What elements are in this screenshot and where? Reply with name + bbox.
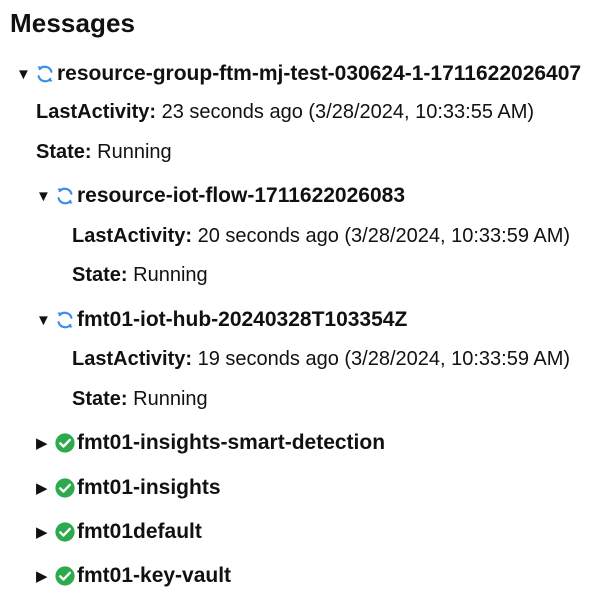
node-name[interactable]: resource-iot-flow-1711622026083 (77, 184, 405, 208)
collapsed-caret-icon[interactable]: ▶ (36, 567, 54, 585)
sync-icon (37, 65, 53, 83)
tree-node-child[interactable]: ▼ fmt01-iot-hub-20240328T103354Z (36, 306, 407, 334)
expanded-caret-icon[interactable]: ▼ (16, 66, 34, 83)
property-label: State: (36, 140, 92, 163)
property-last-activity: LastActivity: 19 seconds ago (3/28/2024,… (72, 345, 570, 373)
property-last-activity: LastActivity: 23 seconds ago (3/28/2024,… (36, 98, 534, 126)
property-label: LastActivity: (72, 224, 193, 247)
node-name[interactable]: fmt01default (77, 520, 202, 544)
collapsed-caret-icon[interactable]: ▶ (36, 479, 54, 497)
property-value: 19 seconds ago (3/28/2024, 10:33:59 AM) (197, 347, 571, 370)
property-value: Running (97, 140, 172, 163)
property-state: State: Running (72, 261, 208, 289)
node-name[interactable]: fmt01-key-vault (77, 564, 231, 588)
property-last-activity: LastActivity: 20 seconds ago (3/28/2024,… (72, 222, 570, 250)
expanded-caret-icon[interactable]: ▼ (36, 188, 54, 205)
property-state: State: Running (36, 138, 172, 166)
collapsed-caret-icon[interactable]: ▶ (36, 434, 54, 452)
success-check-icon (55, 478, 75, 498)
success-check-icon (55, 522, 75, 542)
property-value: 23 seconds ago (3/28/2024, 10:33:55 AM) (161, 100, 535, 123)
success-check-icon (55, 433, 75, 453)
tree-node-child[interactable]: ▶ fmt01default (36, 518, 202, 546)
tree-node-child[interactable]: ▶ fmt01-insights-smart-detection (36, 429, 385, 457)
property-label: State: (72, 263, 128, 286)
success-check-icon (55, 566, 75, 586)
property-value: Running (133, 387, 208, 410)
sync-icon (57, 311, 73, 329)
collapsed-caret-icon[interactable]: ▶ (36, 523, 54, 541)
property-state: State: Running (72, 385, 208, 413)
sync-icon (57, 187, 73, 205)
node-name[interactable]: resource-group-ftm-mj-test-030624-1-1711… (57, 62, 581, 86)
page-title: Messages (10, 8, 136, 38)
node-name[interactable]: fmt01-insights-smart-detection (77, 431, 385, 455)
property-label: LastActivity: (36, 100, 157, 123)
tree-node-child[interactable]: ▶ fmt01-insights (36, 474, 221, 502)
property-value: Running (133, 263, 208, 286)
tree-node-child[interactable]: ▶ fmt01-key-vault (36, 562, 231, 590)
tree-node-child[interactable]: ▼ resource-iot-flow-1711622026083 (36, 182, 405, 210)
property-label: State: (72, 387, 128, 410)
node-name[interactable]: fmt01-iot-hub-20240328T103354Z (77, 308, 407, 332)
property-value: 20 seconds ago (3/28/2024, 10:33:59 AM) (197, 224, 571, 247)
property-label: LastActivity: (72, 347, 193, 370)
tree-node-root[interactable]: ▼ resource-group-ftm-mj-test-030624-1-17… (16, 60, 581, 88)
node-name[interactable]: fmt01-insights (77, 476, 221, 500)
expanded-caret-icon[interactable]: ▼ (36, 312, 54, 329)
